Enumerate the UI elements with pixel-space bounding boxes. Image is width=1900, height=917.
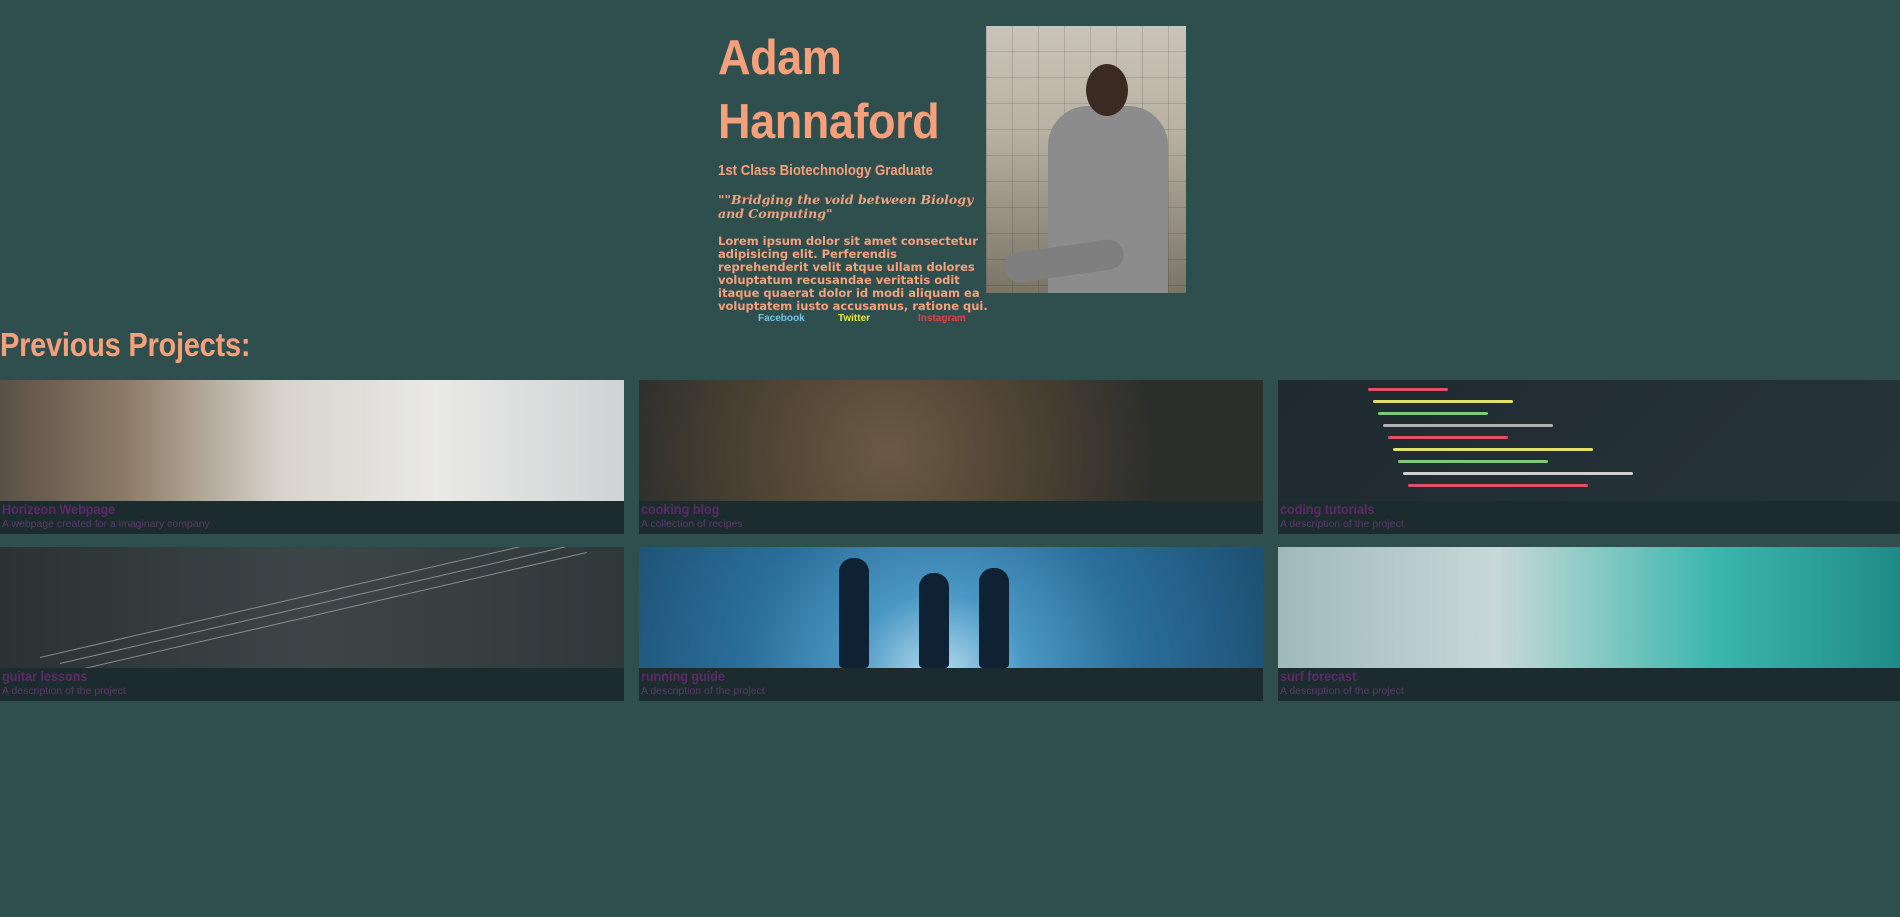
project-card-running[interactable]: running guide A description of the proje… [639, 547, 1263, 701]
project-image-surf [1278, 547, 1900, 668]
code-line [1373, 400, 1513, 403]
twitter-link[interactable]: Twitter [838, 313, 870, 324]
code-line [1383, 424, 1553, 427]
project-title: coding tutorials [1280, 501, 1375, 517]
project-image-food [639, 380, 1263, 501]
first-name: Adam [718, 31, 842, 85]
profile-header: Adam Hannaford 1st Class Biotechnology G… [718, 26, 988, 313]
project-title: surf forecast [1280, 668, 1357, 684]
project-card-cooking[interactable]: cooking blog A collection of recipes [639, 380, 1263, 534]
code-line [1378, 412, 1488, 415]
project-title: cooking blog [641, 501, 720, 517]
code-line [1398, 460, 1548, 463]
instagram-link[interactable]: Instagram [918, 313, 966, 324]
project-card-surf[interactable]: surf forecast A description of the proje… [1278, 547, 1900, 701]
code-line [1408, 484, 1588, 487]
project-card-coding[interactable]: coding tutorials A description of the pr… [1278, 380, 1900, 534]
profile-photo [986, 26, 1186, 293]
guitar-string [59, 547, 567, 664]
project-image-running [639, 547, 1263, 668]
last-name: Hannaford [718, 95, 940, 149]
profile-name: Adam Hannaford [718, 26, 966, 154]
project-description: A description of the project [2, 685, 126, 697]
project-card-horizeon[interactable]: Horizeon Webpage A webpage created for a… [0, 380, 624, 534]
project-title: running guide [641, 668, 725, 684]
project-card-guitar[interactable]: guitar lessons A description of the proj… [0, 547, 624, 701]
project-description: A webpage created for a imaginary compan… [2, 518, 210, 530]
project-description: A description of the project [1280, 518, 1404, 530]
profile-bio: Lorem ipsum dolor sit amet consectetur a… [718, 234, 988, 313]
profile-quote: ""Bridging the void between Biology and … [718, 192, 974, 221]
photo-person-head [1086, 64, 1128, 116]
project-title: guitar lessons [2, 668, 88, 684]
project-image-office [0, 380, 624, 501]
project-description: A description of the project [641, 685, 765, 697]
runner-silhouette [919, 573, 949, 668]
facebook-link[interactable]: Facebook [758, 313, 805, 324]
code-line [1403, 472, 1633, 475]
project-description: A description of the project [1280, 685, 1404, 697]
code-line [1393, 448, 1593, 451]
projects-heading: Previous Projects: [0, 326, 251, 363]
runner-silhouette [979, 568, 1009, 668]
code-line [1368, 388, 1448, 391]
project-image-guitar [0, 547, 624, 668]
guitar-string [39, 547, 547, 658]
guitar-string [79, 552, 587, 668]
project-title: Horizeon Webpage [2, 501, 116, 517]
project-description: A collection of recipes [641, 518, 743, 530]
code-line [1388, 436, 1508, 439]
runner-silhouette [839, 558, 869, 668]
project-image-code [1278, 380, 1900, 501]
profile-subtitle: 1st Class Biotechnology Graduate [718, 162, 933, 179]
